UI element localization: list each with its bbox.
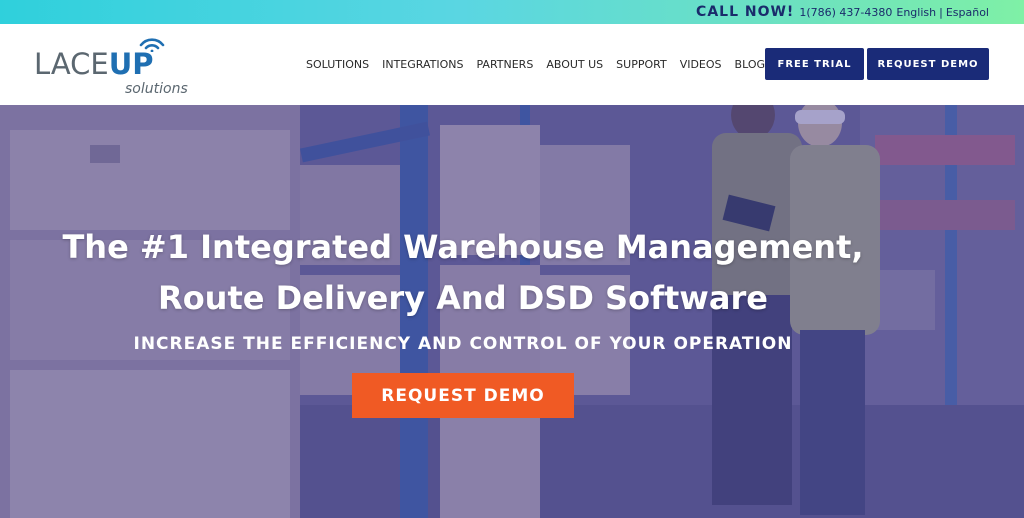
hero-request-demo-button[interactable]: REQUEST DEMO: [352, 373, 574, 418]
hero-banner: The #1 Integrated Warehouse Management, …: [0, 105, 1024, 518]
hero-subtitle: INCREASE THE EFFICIENCY AND CONTROL OF Y…: [133, 334, 793, 354]
logo-wordmark: LACEUP: [34, 50, 154, 79]
nav-item-partners[interactable]: PARTNERS: [476, 58, 533, 71]
language-english-link[interactable]: English: [896, 6, 936, 19]
nav-item-integrations[interactable]: INTEGRATIONS: [382, 58, 463, 71]
language-spanish-link[interactable]: Español: [946, 6, 989, 19]
call-now-label: CALL NOW!: [696, 4, 795, 20]
logo-up-text: UP: [108, 47, 154, 81]
laceup-logo[interactable]: LACEUP solutions: [34, 34, 194, 98]
free-trial-button[interactable]: FREE TRIAL: [765, 48, 864, 80]
top-contact-bar: CALL NOW! 1(786) 437-4380 English | Espa…: [0, 0, 1024, 24]
nav-item-support[interactable]: SUPPORT: [616, 58, 667, 71]
logo-subtitle: solutions: [125, 81, 188, 97]
language-separator: |: [939, 5, 943, 19]
nav-item-videos[interactable]: VIDEOS: [680, 58, 722, 71]
header-request-demo-button[interactable]: REQUEST DEMO: [867, 48, 989, 80]
nav-item-blog[interactable]: BLOG: [735, 58, 765, 71]
nav-item-solutions[interactable]: SOLUTIONS: [306, 58, 369, 71]
logo-lace-text: LACE: [34, 47, 109, 81]
hero-title-line2: Route Delivery And DSD Software: [158, 279, 768, 317]
nav-item-about-us[interactable]: ABOUT US: [546, 58, 603, 71]
hero-title-line1: The #1 Integrated Warehouse Management,: [62, 228, 864, 266]
phone-number-link[interactable]: 1(786) 437-4380: [799, 6, 892, 19]
main-navigation: SOLUTIONS INTEGRATIONS PARTNERS ABOUT US…: [306, 58, 765, 71]
site-header: LACEUP solutions SOLUTIONS INTEGRATIONS …: [0, 24, 1024, 105]
